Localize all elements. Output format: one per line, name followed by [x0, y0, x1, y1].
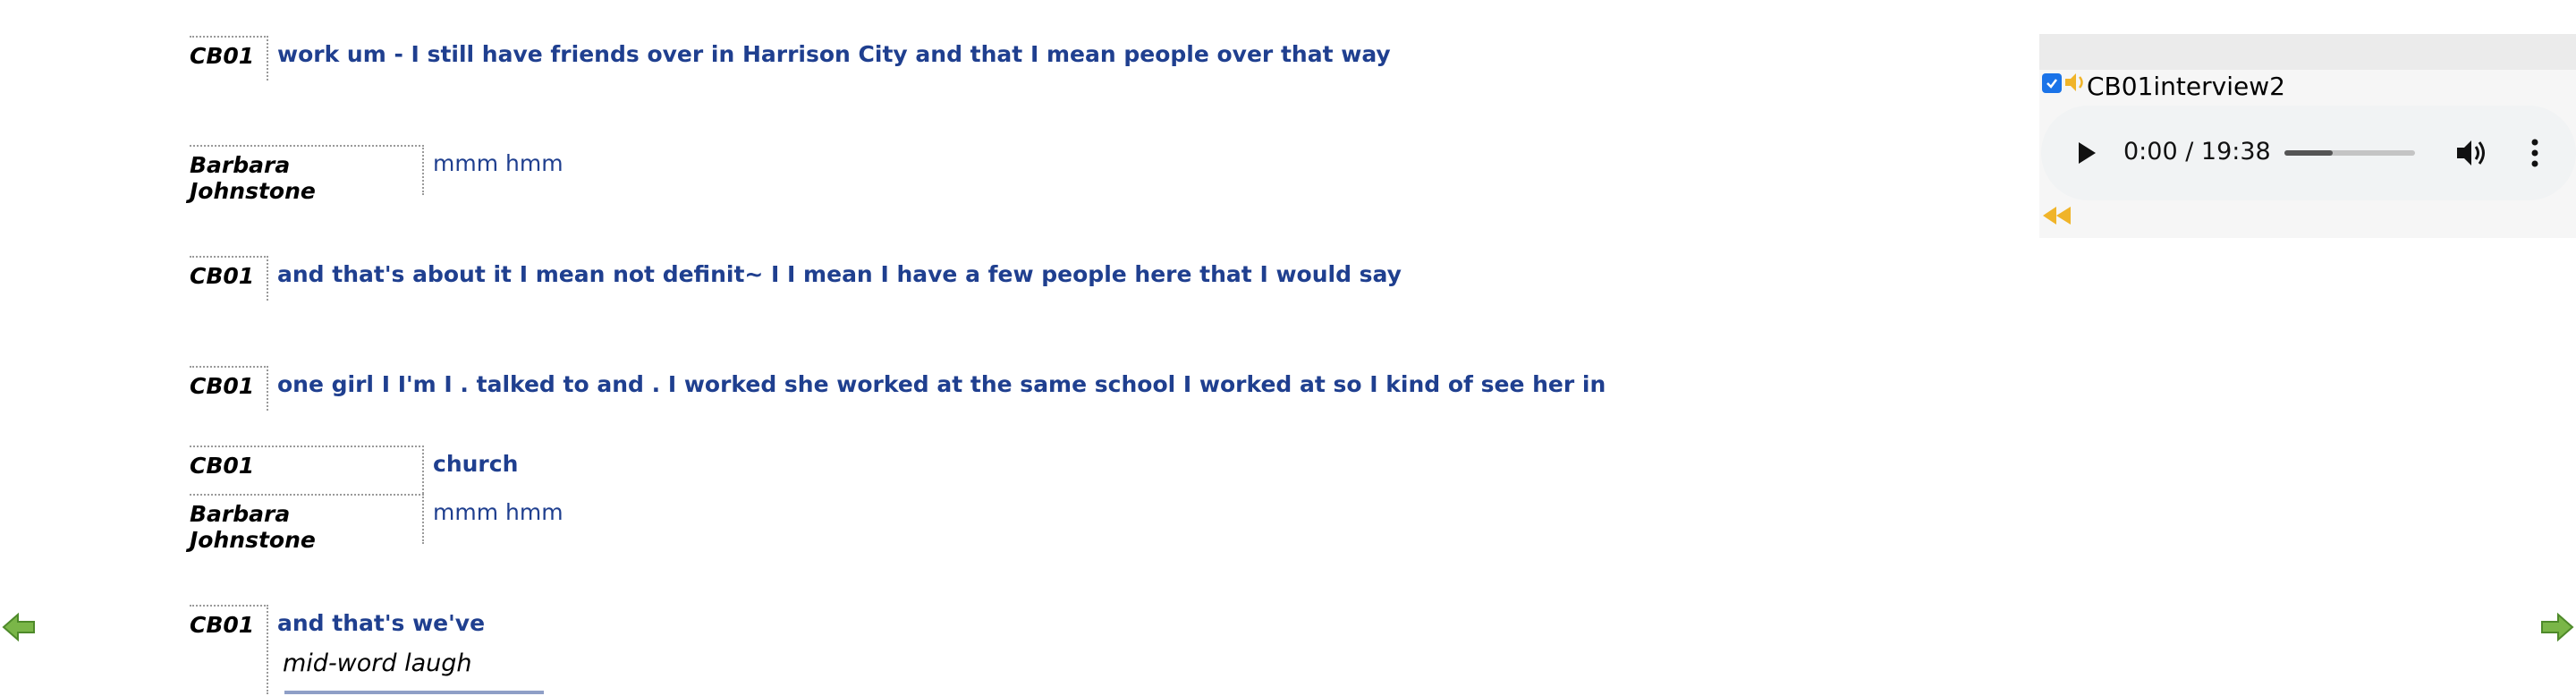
speaker-label[interactable]: CB01 [190, 446, 424, 494]
play-icon[interactable] [2075, 140, 2098, 166]
more-vert-icon[interactable] [2529, 138, 2540, 168]
transcript-turn: CB01 one girl I I'm I . talked to and . … [190, 366, 1606, 411]
transcript-turn: Barbara Johnstone mmm hmm [190, 494, 564, 553]
utterance-text[interactable]: work um - I still have friends over in H… [268, 36, 1391, 81]
recording-checkbox[interactable] [2042, 73, 2062, 93]
cutoff-line [284, 685, 544, 696]
seek-bar[interactable] [2284, 150, 2415, 156]
time-display: 0:00 / 19:38 [2123, 138, 2271, 166]
transcript-turn: CB01 church [190, 446, 518, 494]
rewind-icon[interactable] [2041, 205, 2073, 226]
annotation-mid-word-laugh: mid-word laugh [283, 649, 472, 677]
utterance-text[interactable]: church [424, 446, 518, 494]
buffer-fill [2284, 150, 2334, 156]
check-icon [2046, 79, 2057, 89]
utterance-text[interactable]: mmm hmm [424, 145, 564, 195]
speaker-label[interactable]: Barbara Johnstone [190, 145, 424, 204]
cutoff-text-fragment [284, 691, 544, 694]
speaker-icon[interactable] [2063, 70, 2088, 95]
right-arrow-icon[interactable] [2540, 612, 2574, 642]
left-arrow-icon[interactable] [2, 612, 36, 642]
player-header-bar [2039, 34, 2576, 70]
speaker-label[interactable]: Barbara Johnstone [190, 494, 424, 553]
recording-title: CB01interview2 [2087, 72, 2285, 101]
speaker-label[interactable]: CB01 [190, 366, 268, 411]
speaker-label[interactable]: CB01 [190, 36, 268, 81]
transcript-turn: CB01 work um - I still have friends over… [190, 36, 1391, 81]
audio-player[interactable]: 0:00 / 19:38 [2041, 106, 2576, 200]
transcript-turn: CB01 and that's about it I mean not defi… [190, 256, 1402, 301]
transcript-turn: Barbara Johnstone mmm hmm [190, 145, 564, 204]
speaker-label[interactable]: CB01 [190, 605, 268, 694]
volume-icon[interactable] [2454, 138, 2488, 168]
utterance-text[interactable]: and that's about it I mean not definit~ … [268, 256, 1402, 301]
speaker-label[interactable]: CB01 [190, 256, 268, 301]
utterance-text[interactable]: one girl I I'm I . talked to and . I wor… [268, 366, 1606, 411]
utterance-text[interactable]: mmm hmm [424, 494, 564, 544]
